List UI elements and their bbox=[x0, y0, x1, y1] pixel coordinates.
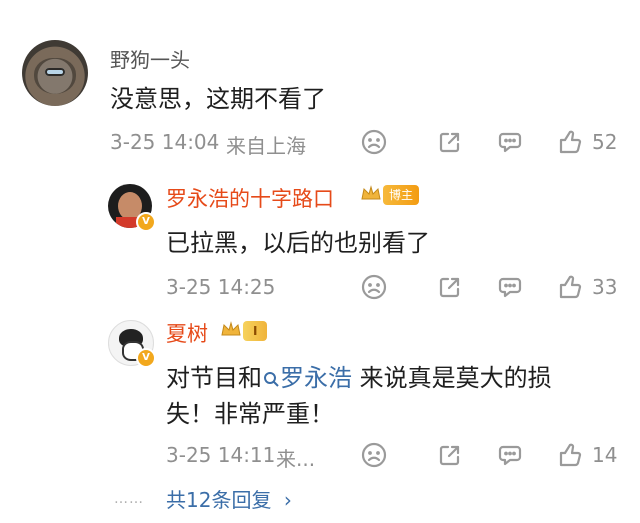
sad-face-icon[interactable] bbox=[360, 273, 388, 301]
more-dots: …… bbox=[114, 491, 144, 507]
like-count: 33 bbox=[592, 275, 618, 299]
reply-text-line1: 对节目和 罗永浩 来说真是莫大的损 bbox=[166, 358, 552, 393]
crown-icon bbox=[220, 320, 242, 338]
like-count: 52 bbox=[592, 130, 618, 154]
thumb-up-icon[interactable] bbox=[556, 273, 584, 301]
chevron-right-icon: › bbox=[283, 488, 292, 512]
search-icon bbox=[262, 366, 280, 387]
share-icon[interactable] bbox=[436, 273, 464, 301]
comment-icon[interactable] bbox=[496, 441, 524, 469]
reply-text-line2: 失！非常严重！ bbox=[166, 400, 334, 428]
sad-face-icon[interactable] bbox=[360, 128, 388, 156]
comment-location: 来自上海 bbox=[226, 134, 306, 158]
reply-timestamp: 3-25 14:25 bbox=[166, 275, 276, 299]
comment-text: 没意思，这期不看了 bbox=[110, 85, 326, 113]
share-icon[interactable] bbox=[436, 128, 464, 156]
reply-text-before: 对节目和 bbox=[166, 364, 262, 392]
mention-label: 罗永浩 bbox=[280, 364, 352, 392]
reply-timestamp-suffix: 来... bbox=[276, 447, 316, 471]
more-replies-link[interactable]: 共12条回复 › bbox=[166, 484, 292, 513]
v-badge-icon: V bbox=[136, 212, 156, 232]
v-badge-icon: V bbox=[136, 348, 156, 368]
like-count: 14 bbox=[592, 443, 618, 467]
mention-link[interactable]: 罗永浩 bbox=[262, 364, 352, 392]
level-badge: I bbox=[243, 321, 268, 341]
share-icon[interactable] bbox=[436, 441, 464, 469]
thumb-up-icon[interactable] bbox=[556, 128, 584, 156]
comment-username[interactable]: 野狗一头 bbox=[110, 44, 190, 73]
reply-username[interactable]: 罗永浩的十字路口 bbox=[166, 183, 334, 213]
comment-icon[interactable] bbox=[496, 128, 524, 156]
crown-icon bbox=[360, 184, 382, 202]
more-replies-label: 共12条回复 bbox=[166, 488, 272, 512]
thumb-up-icon[interactable] bbox=[556, 441, 584, 469]
reply-timestamp: 3-25 14:11 bbox=[166, 443, 276, 467]
comment-icon[interactable] bbox=[496, 273, 524, 301]
avatar[interactable] bbox=[22, 40, 88, 106]
reply-text-after: 来说真是莫大的损 bbox=[352, 364, 552, 392]
comment-timestamp: 3-25 14:04 bbox=[110, 130, 220, 154]
sad-face-icon[interactable] bbox=[360, 441, 388, 469]
reply-username[interactable]: 夏树 bbox=[166, 318, 208, 348]
blogger-badge: 博主 bbox=[383, 185, 420, 205]
reply-text: 已拉黑，以后的也别看了 bbox=[166, 229, 430, 257]
